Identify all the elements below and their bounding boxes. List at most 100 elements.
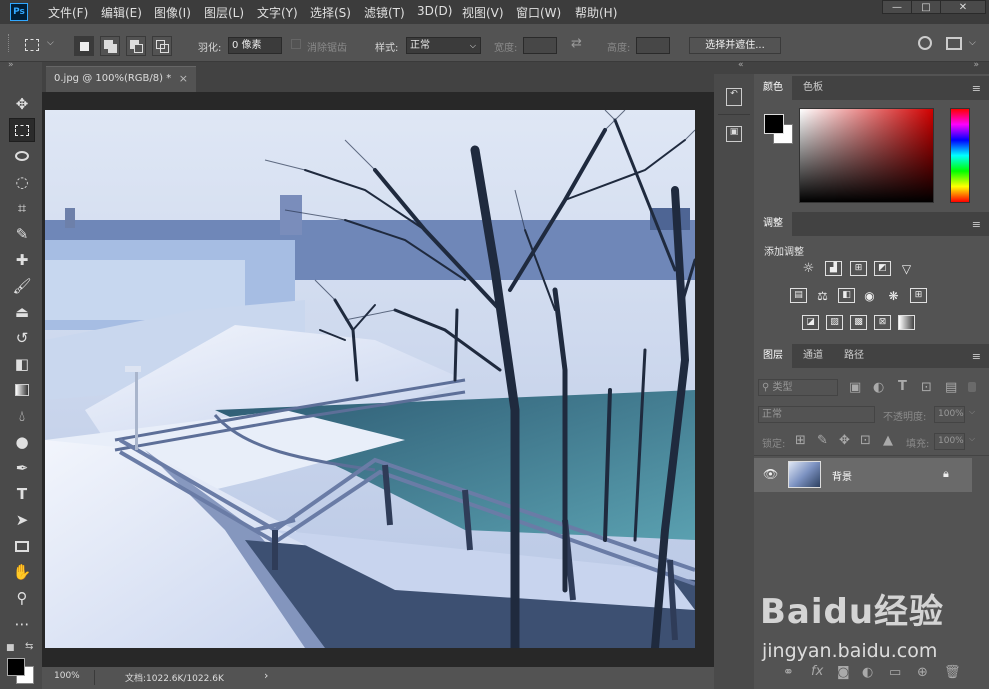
intersect-selection-button[interactable] bbox=[152, 36, 172, 56]
layer-filter-select[interactable]: ⚲ 类型 bbox=[758, 379, 838, 396]
hand-tool-icon[interactable]: ✋ bbox=[9, 560, 35, 584]
hue-slider[interactable] bbox=[950, 108, 970, 203]
3d-panel-icon[interactable]: ▣ bbox=[726, 126, 742, 142]
menu-help[interactable]: 帮助(H) bbox=[575, 4, 617, 21]
gradient-tool-icon[interactable] bbox=[9, 378, 35, 402]
status-menu-arrow[interactable]: › bbox=[264, 669, 268, 682]
rect-marquee-tool-icon[interactable] bbox=[9, 118, 35, 142]
filter-shape-icon[interactable]: ⊡ bbox=[921, 380, 932, 395]
color-field[interactable] bbox=[799, 108, 934, 203]
posterize-icon[interactable]: ▨ bbox=[826, 315, 843, 330]
brush-tool-icon[interactable]: 🖌︎ bbox=[9, 274, 35, 298]
style-select[interactable]: 正常 ⌵ bbox=[406, 37, 481, 54]
add-to-selection-button[interactable] bbox=[100, 36, 120, 56]
antialias-checkbox[interactable] bbox=[291, 39, 301, 49]
opacity-input[interactable]: 100% bbox=[934, 406, 965, 423]
curves-icon[interactable]: ⊞ bbox=[850, 261, 867, 276]
lock-all-icon[interactable]: ▲ bbox=[883, 433, 893, 448]
photo-filter-icon[interactable]: ◉ bbox=[861, 288, 878, 303]
tab-adjustments[interactable]: 调整 bbox=[754, 212, 792, 236]
panel-menu-icon[interactable]: ≡ bbox=[972, 218, 981, 231]
layer-name[interactable]: 背景 bbox=[832, 468, 852, 483]
selective-color-icon[interactable] bbox=[898, 315, 915, 330]
right-panels-header[interactable]: » bbox=[754, 60, 989, 74]
filter-toggle[interactable] bbox=[968, 382, 976, 392]
filter-type-icon[interactable]: T bbox=[898, 379, 907, 394]
lock-position-icon[interactable]: ✥ bbox=[839, 433, 850, 448]
threshold-icon[interactable]: ▩ bbox=[850, 315, 867, 330]
minimize-button[interactable]: — bbox=[882, 0, 912, 14]
layer-row-background[interactable]: 👁︎ 背景 🔒︎ bbox=[754, 458, 972, 492]
invert-icon[interactable]: ◪ bbox=[802, 315, 819, 330]
tab-paths[interactable]: 路径 bbox=[835, 344, 873, 368]
path-selection-tool-icon[interactable]: ➤ bbox=[9, 508, 35, 532]
history-brush-tool-icon[interactable]: ↺ bbox=[9, 326, 35, 350]
tab-channels[interactable]: 通道 bbox=[794, 344, 832, 368]
chevron-down-icon[interactable]: ⌵ bbox=[969, 434, 975, 444]
eye-visibility-icon[interactable]: 👁︎ bbox=[763, 467, 778, 481]
filter-smart-object-icon[interactable]: ▤ bbox=[945, 380, 957, 395]
eyedropper-tool-icon[interactable]: ✎ bbox=[9, 222, 35, 246]
close-tab-icon[interactable]: × bbox=[179, 72, 188, 85]
chevron-down-icon[interactable]: ⌵ bbox=[969, 38, 976, 48]
width-input[interactable] bbox=[523, 37, 557, 54]
blur-tool-icon[interactable]: 💧︎ bbox=[9, 404, 35, 428]
menu-type[interactable]: 文字(Y) bbox=[257, 4, 298, 21]
zoom-level[interactable]: 100% bbox=[54, 671, 80, 681]
workspace-icon[interactable] bbox=[946, 37, 962, 50]
color-lookup-icon[interactable]: ⊞ bbox=[910, 288, 927, 303]
document-image[interactable] bbox=[45, 110, 695, 648]
chevron-down-icon[interactable]: ⌵ bbox=[969, 407, 975, 417]
brightness-contrast-icon[interactable]: ☼ bbox=[800, 261, 817, 276]
tab-layers[interactable]: 图层 bbox=[754, 344, 792, 368]
levels-icon[interactable]: ▟ bbox=[825, 261, 842, 276]
type-tool-icon[interactable]: T bbox=[9, 482, 35, 506]
move-tool-icon[interactable]: ✥ bbox=[9, 92, 35, 116]
menu-filter[interactable]: 滤镜(T) bbox=[364, 4, 405, 21]
tab-color[interactable]: 颜色 bbox=[754, 76, 792, 100]
vibrance-icon[interactable]: ▽ bbox=[898, 261, 915, 276]
marquee-preset-icon[interactable] bbox=[25, 39, 39, 51]
collapsed-strip-header[interactable]: « bbox=[714, 60, 754, 74]
default-colors-icon[interactable]: ■ bbox=[6, 643, 15, 653]
menu-layer[interactable]: 图层(L) bbox=[204, 4, 244, 21]
menu-image[interactable]: 图像(I) bbox=[154, 4, 191, 21]
maximize-button[interactable]: □ bbox=[911, 0, 941, 14]
menu-edit[interactable]: 编辑(E) bbox=[101, 4, 142, 21]
lasso-tool-icon[interactable] bbox=[9, 144, 35, 168]
collapse-arrows-icon[interactable]: » bbox=[8, 60, 14, 70]
pen-tool-icon[interactable]: ✒ bbox=[9, 456, 35, 480]
filter-pixel-icon[interactable]: ▣ bbox=[849, 380, 861, 395]
crop-tool-icon[interactable]: ⌗ bbox=[9, 196, 35, 220]
close-window-button[interactable]: ✕ bbox=[940, 0, 986, 14]
menu-window[interactable]: 窗口(W) bbox=[516, 4, 561, 21]
history-panel-icon[interactable]: ↶ bbox=[726, 88, 742, 106]
eraser-tool-icon[interactable]: ◧ bbox=[9, 352, 35, 376]
exposure-icon[interactable]: ◩ bbox=[874, 261, 891, 276]
fill-input[interactable]: 100% bbox=[934, 433, 965, 450]
subtract-from-selection-button[interactable] bbox=[126, 36, 146, 56]
select-and-mask-button[interactable]: 选择并遮住... bbox=[689, 37, 781, 54]
panel-menu-icon[interactable]: ≡ bbox=[972, 82, 981, 95]
panel-menu-icon[interactable]: ≡ bbox=[972, 350, 981, 363]
clone-stamp-tool-icon[interactable]: ⏏ bbox=[9, 300, 35, 324]
lock-transparent-icon[interactable]: ⊞ bbox=[795, 433, 806, 448]
dodge-tool-icon[interactable]: ● bbox=[9, 430, 35, 454]
blend-mode-select[interactable]: 正常 bbox=[758, 406, 875, 423]
color-panel-foreground-swatch[interactable] bbox=[764, 114, 784, 134]
swap-dimensions-icon[interactable]: ⇄ bbox=[571, 36, 582, 51]
height-input[interactable] bbox=[636, 37, 670, 54]
tab-swatches[interactable]: 色板 bbox=[794, 76, 832, 100]
collapse-arrows-icon[interactable]: » bbox=[973, 60, 979, 70]
chevron-down-icon[interactable]: ⌵ bbox=[47, 38, 54, 48]
healing-brush-tool-icon[interactable]: ✚ bbox=[9, 248, 35, 272]
channel-mixer-icon[interactable]: ❋ bbox=[885, 288, 902, 303]
gradient-map-icon[interactable]: ⊠ bbox=[874, 315, 891, 330]
search-icon[interactable] bbox=[918, 36, 932, 50]
menu-select[interactable]: 选择(S) bbox=[310, 4, 351, 21]
swap-colors-icon[interactable]: ⇆ bbox=[25, 641, 33, 652]
new-selection-button[interactable] bbox=[74, 36, 94, 56]
quick-select-tool-icon[interactable]: ◌ bbox=[9, 170, 35, 194]
menu-file[interactable]: 文件(F) bbox=[48, 4, 88, 21]
feather-input[interactable]: 0 像素 bbox=[228, 37, 282, 54]
